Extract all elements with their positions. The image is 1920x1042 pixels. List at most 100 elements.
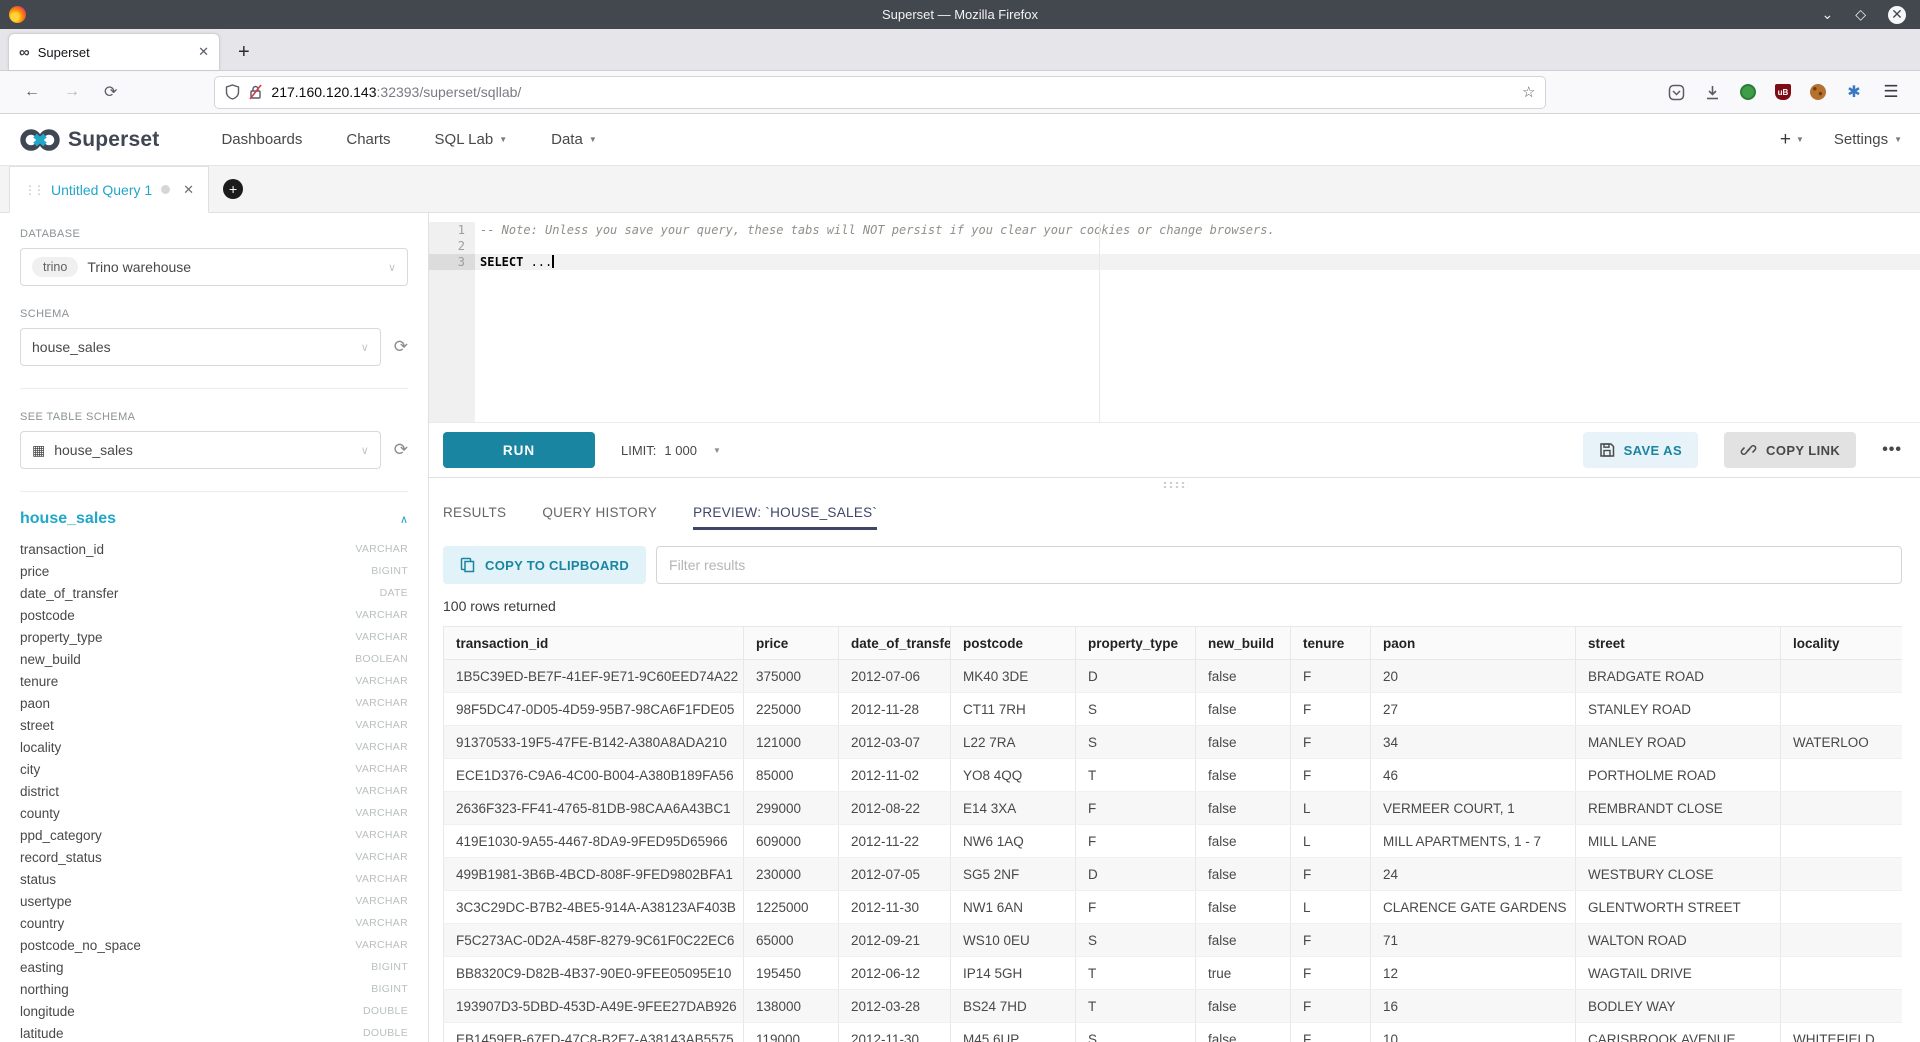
save-as-button[interactable]: SAVE AS bbox=[1583, 432, 1698, 468]
copy-link-button[interactable]: COPY LINK bbox=[1724, 432, 1856, 468]
panel-splitter[interactable] bbox=[429, 477, 1920, 492]
table-header-cell[interactable]: street bbox=[1576, 627, 1781, 660]
url-bar[interactable]: 217.160.120.143:32393/superset/sqllab/ ☆ bbox=[215, 77, 1545, 108]
query-tab-close-icon[interactable]: ✕ bbox=[183, 182, 194, 198]
tab-preview-house-sales[interactable]: PREVIEW: `HOUSE_SALES` bbox=[693, 505, 877, 530]
shield-icon[interactable] bbox=[225, 84, 240, 100]
schema-column-row[interactable]: property_typeVARCHAR bbox=[20, 626, 408, 648]
browser-tab[interactable]: ∞ Superset ✕ bbox=[8, 33, 220, 70]
schema-column-row[interactable]: tenureVARCHAR bbox=[20, 670, 408, 692]
table-row[interactable]: 419E1030-9A55-4467-8DA9-9FED95D659666090… bbox=[444, 825, 1903, 858]
table-row[interactable]: 193907D3-5DBD-453D-A49E-9FEE27DAB9261380… bbox=[444, 990, 1903, 1023]
limit-dropdown[interactable]: LIMIT: 1 000 ▼ bbox=[621, 443, 721, 458]
schema-column-row[interactable]: localityVARCHAR bbox=[20, 736, 408, 758]
menu-hamburger-icon[interactable]: ☰ bbox=[1882, 83, 1900, 101]
table-header-cell[interactable]: tenure bbox=[1291, 627, 1371, 660]
table-row[interactable]: EB1459EB-67ED-47C8-B2E7-A38143AB55751190… bbox=[444, 1023, 1903, 1042]
schema-column-row[interactable]: transaction_idVARCHAR bbox=[20, 538, 408, 560]
query-tab-untitled-1[interactable]: ⋮⋮ Untitled Query 1 ✕ bbox=[9, 166, 209, 213]
more-actions-button[interactable]: ••• bbox=[1882, 441, 1902, 459]
schema-column-row[interactable]: districtVARCHAR bbox=[20, 780, 408, 802]
table-row[interactable]: F5C273AC-0D2A-458F-8279-9C61F0C22EC66500… bbox=[444, 924, 1903, 957]
superset-brand[interactable]: Superset bbox=[18, 127, 159, 153]
schema-column-row[interactable]: usertypeVARCHAR bbox=[20, 890, 408, 912]
schema-column-row[interactable]: statusVARCHAR bbox=[20, 868, 408, 890]
schema-column-row[interactable]: postcodeVARCHAR bbox=[20, 604, 408, 626]
schema-column-row[interactable]: latitudeDOUBLE bbox=[20, 1022, 408, 1042]
table-row[interactable]: 91370533-19F5-47FE-B142-A380A8ADA2101210… bbox=[444, 726, 1903, 759]
splitter-grip-icon[interactable] bbox=[1162, 481, 1188, 489]
reload-icon[interactable]: ⟳ bbox=[92, 82, 129, 102]
schema-select[interactable]: house_sales ∨ bbox=[20, 328, 381, 366]
table-header-cell[interactable]: paon bbox=[1371, 627, 1576, 660]
table-cell: 2012-11-28 bbox=[839, 693, 951, 726]
tab-results[interactable]: RESULTS bbox=[443, 505, 506, 530]
schema-column-row[interactable]: postcode_no_spaceVARCHAR bbox=[20, 934, 408, 956]
table-header-cell[interactable]: property_type bbox=[1076, 627, 1196, 660]
table-select[interactable]: ▦ house_sales ∨ bbox=[20, 431, 381, 469]
add-query-tab-button[interactable]: + bbox=[223, 179, 243, 199]
run-button[interactable]: RUN bbox=[443, 432, 595, 468]
lock-disabled-icon[interactable] bbox=[248, 84, 263, 100]
add-new-menu[interactable]: +▼ bbox=[1780, 129, 1804, 151]
window-restore-icon[interactable]: ⌄ bbox=[1821, 6, 1833, 23]
ublock-origin-icon[interactable]: uB bbox=[1775, 84, 1791, 100]
schema-column-row[interactable]: record_statusVARCHAR bbox=[20, 846, 408, 868]
schema-column-row[interactable]: date_of_transferDATE bbox=[20, 582, 408, 604]
copy-to-clipboard-button[interactable]: COPY TO CLIPBOARD bbox=[443, 546, 646, 584]
schema-column-row[interactable]: new_buildBOOLEAN bbox=[20, 648, 408, 670]
table-header-cell[interactable]: date_of_transfer bbox=[839, 627, 951, 660]
schema-column-row[interactable]: ppd_categoryVARCHAR bbox=[20, 824, 408, 846]
bookmark-star-icon[interactable]: ☆ bbox=[1522, 83, 1535, 101]
cookie-extension-icon[interactable] bbox=[1810, 84, 1826, 100]
table-header-cell[interactable]: new_build bbox=[1196, 627, 1291, 660]
table-row[interactable]: 499B1981-3B6B-4BCD-808F-9FED9802BFA12300… bbox=[444, 858, 1903, 891]
schema-column-row[interactable]: longitudeDOUBLE bbox=[20, 1000, 408, 1022]
table-header-cell[interactable]: locality bbox=[1781, 627, 1903, 660]
table-header-cell[interactable]: transaction_id bbox=[444, 627, 744, 660]
back-icon[interactable]: ← bbox=[12, 83, 52, 101]
schema-column-row[interactable]: priceBIGINT bbox=[20, 560, 408, 582]
table-row[interactable]: 1B5C39ED-BE7F-41EF-9E71-9C60EED74A223750… bbox=[444, 660, 1903, 693]
chevron-up-icon[interactable]: ∧ bbox=[400, 513, 408, 526]
forward-icon[interactable]: → bbox=[52, 83, 92, 101]
tab-close-icon[interactable]: ✕ bbox=[198, 44, 209, 60]
schema-column-row[interactable]: paonVARCHAR bbox=[20, 692, 408, 714]
drag-handle-icon[interactable]: ⋮⋮ bbox=[24, 183, 42, 197]
schema-column-row[interactable]: countryVARCHAR bbox=[20, 912, 408, 934]
window-maximize-icon[interactable]: ◇ bbox=[1855, 6, 1866, 23]
schema-column-row[interactable]: countyVARCHAR bbox=[20, 802, 408, 824]
refresh-schema-icon[interactable]: ⟳ bbox=[394, 337, 408, 357]
nav-dashboards[interactable]: Dashboards bbox=[221, 131, 302, 148]
table-header-cell[interactable]: price bbox=[744, 627, 839, 660]
table-row[interactable]: ECE1D376-C9A6-4C00-B004-A380B189FA568500… bbox=[444, 759, 1903, 792]
new-tab-button[interactable]: + bbox=[238, 42, 250, 62]
nav-sql-lab[interactable]: SQL Lab▼ bbox=[435, 131, 508, 148]
pocket-icon[interactable] bbox=[1668, 84, 1685, 101]
downloads-icon[interactable] bbox=[1704, 84, 1721, 101]
table-cell: WAGTAIL DRIVE bbox=[1576, 957, 1781, 990]
schema-column-row[interactable]: northingBIGINT bbox=[20, 978, 408, 1000]
settings-menu[interactable]: Settings▼ bbox=[1834, 131, 1902, 148]
extension-vpn-icon[interactable] bbox=[1740, 84, 1756, 100]
window-close-icon[interactable]: ✕ bbox=[1888, 6, 1906, 24]
nav-charts[interactable]: Charts bbox=[346, 131, 390, 148]
schema-column-row[interactable]: streetVARCHAR bbox=[20, 714, 408, 736]
schema-column-row[interactable]: cityVARCHAR bbox=[20, 758, 408, 780]
results-table-container[interactable]: transaction_idpricedate_of_transferpostc… bbox=[443, 626, 1902, 1042]
nav-data[interactable]: Data▼ bbox=[551, 131, 597, 148]
table-header-cell[interactable]: postcode bbox=[951, 627, 1076, 660]
schema-column-row[interactable]: eastingBIGINT bbox=[20, 956, 408, 978]
tab-query-history[interactable]: QUERY HISTORY bbox=[542, 505, 657, 530]
table-row[interactable]: 3C3C29DC-B7B2-4BE5-914A-A38123AF403B1225… bbox=[444, 891, 1903, 924]
table-row[interactable]: BB8320C9-D82B-4B37-90E0-9FEE05095E101954… bbox=[444, 957, 1903, 990]
database-select[interactable]: trino Trino warehouse ∨ bbox=[20, 248, 408, 286]
table-row[interactable]: 2636F323-FF41-4765-81DB-98CAA6A43BC12990… bbox=[444, 792, 1903, 825]
sql-editor[interactable]: 1 2 3 -- Note: Unless you save your quer… bbox=[429, 213, 1920, 423]
table-schema-title[interactable]: house_sales bbox=[20, 510, 116, 528]
refresh-table-icon[interactable]: ⟳ bbox=[394, 440, 408, 460]
see-table-schema-label: SEE TABLE SCHEMA bbox=[20, 411, 408, 423]
extension-asterisk-icon[interactable]: ✱ bbox=[1845, 83, 1863, 101]
filter-results-input[interactable] bbox=[656, 546, 1902, 584]
table-row[interactable]: 98F5DC47-0D05-4D59-95B7-98CA6F1FDE052250… bbox=[444, 693, 1903, 726]
